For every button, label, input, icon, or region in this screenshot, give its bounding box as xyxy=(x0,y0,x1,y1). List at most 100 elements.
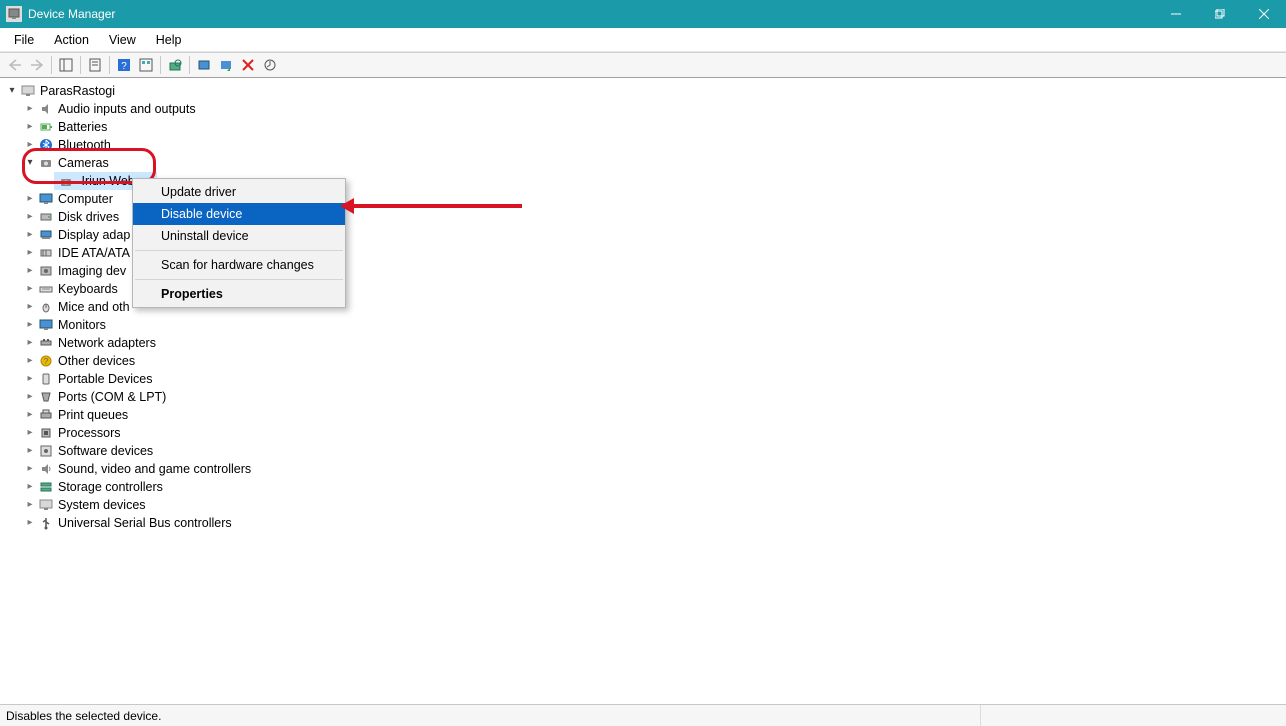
svg-text:?: ? xyxy=(121,61,127,72)
tree-category-network[interactable]: ▸ Network adapters xyxy=(24,334,1280,352)
minimize-button[interactable] xyxy=(1154,0,1198,28)
expand-arrow-icon[interactable]: ▾ xyxy=(24,154,36,172)
collapse-arrow-icon[interactable]: ▸ xyxy=(24,298,36,316)
collapse-arrow-icon[interactable]: ▸ xyxy=(24,190,36,208)
ctx-properties[interactable]: Properties xyxy=(133,283,345,305)
disk-icon xyxy=(38,209,54,225)
tree-label: Print queues xyxy=(58,406,128,424)
scan-hardware-button[interactable] xyxy=(164,55,186,75)
toolbar-separator xyxy=(189,56,190,74)
tree-category-software[interactable]: ▸ Software devices xyxy=(24,442,1280,460)
tree-category-portable[interactable]: ▸ Portable Devices xyxy=(24,370,1280,388)
tree-category-ports[interactable]: ▸ Ports (COM & LPT) xyxy=(24,388,1280,406)
titlebar: Device Manager xyxy=(0,0,1286,28)
collapse-arrow-icon[interactable]: ▸ xyxy=(24,208,36,226)
tree-label: Portable Devices xyxy=(58,370,153,388)
collapse-arrow-icon[interactable]: ▸ xyxy=(24,100,36,118)
collapse-arrow-icon[interactable]: ▸ xyxy=(24,424,36,442)
portable-icon xyxy=(38,371,54,387)
tree-label: Computer xyxy=(58,190,113,208)
show-hide-tree-button[interactable] xyxy=(55,55,77,75)
menu-help[interactable]: Help xyxy=(146,31,192,49)
tree-category-cameras[interactable]: ▾ Cameras xyxy=(24,154,1280,172)
collapse-arrow-icon[interactable]: ▸ xyxy=(24,316,36,334)
tree-label: Storage controllers xyxy=(58,478,163,496)
collapse-arrow-icon[interactable]: ▸ xyxy=(24,460,36,478)
help-button[interactable]: ? xyxy=(113,55,135,75)
collapse-arrow-icon[interactable]: ▸ xyxy=(24,370,36,388)
annotation-arrow xyxy=(340,202,522,210)
collapse-arrow-icon[interactable]: ▸ xyxy=(24,244,36,262)
ctx-separator xyxy=(135,279,343,280)
tree-label: Batteries xyxy=(58,118,107,136)
add-legacy-hardware-button[interactable] xyxy=(259,55,281,75)
tree-label: Ports (COM & LPT) xyxy=(58,388,166,406)
tree-category-monitors[interactable]: ▸ Monitors xyxy=(24,316,1280,334)
tree-label: Monitors xyxy=(58,316,106,334)
imaging-icon xyxy=(38,263,54,279)
tree-label: Processors xyxy=(58,424,121,442)
ctx-disable-device[interactable]: Disable device xyxy=(133,203,345,225)
collapse-arrow-icon[interactable]: ▸ xyxy=(24,406,36,424)
menu-action[interactable]: Action xyxy=(44,31,99,49)
tree-label: Network adapters xyxy=(58,334,156,352)
collapse-arrow-icon[interactable]: ▸ xyxy=(24,496,36,514)
tree-label: Disk drives xyxy=(58,208,119,226)
toolbar-separator xyxy=(51,56,52,74)
tree-label: Display adap xyxy=(58,226,130,244)
tree-category-batteries[interactable]: ▸ Batteries xyxy=(24,118,1280,136)
close-button[interactable] xyxy=(1242,0,1286,28)
properties-button[interactable] xyxy=(84,55,106,75)
collapse-arrow-icon[interactable]: ▸ xyxy=(24,478,36,496)
tree-label: ParasRastogi xyxy=(40,82,115,100)
update-driver-button[interactable] xyxy=(193,55,215,75)
ctx-scan-hardware[interactable]: Scan for hardware changes xyxy=(133,254,345,276)
collapse-arrow-icon[interactable]: ▸ xyxy=(24,118,36,136)
window-title: Device Manager xyxy=(28,7,115,21)
view-button[interactable] xyxy=(135,55,157,75)
bluetooth-icon xyxy=(38,137,54,153)
audio-icon xyxy=(38,101,54,117)
collapse-arrow-icon[interactable]: ▸ xyxy=(24,280,36,298)
uninstall-device-button[interactable] xyxy=(237,55,259,75)
collapse-arrow-icon[interactable]: ▸ xyxy=(24,388,36,406)
toolbar-separator xyxy=(160,56,161,74)
battery-icon xyxy=(38,119,54,135)
collapse-arrow-icon[interactable]: ▸ xyxy=(24,334,36,352)
tree-label: Cameras xyxy=(58,154,109,172)
tree-root[interactable]: ▾ ParasRastogi xyxy=(6,82,1280,100)
collapse-arrow-icon[interactable]: ▸ xyxy=(24,442,36,460)
tree-label: Software devices xyxy=(58,442,153,460)
ide-icon xyxy=(38,245,54,261)
collapse-arrow-icon[interactable]: ▸ xyxy=(24,226,36,244)
statusbar: Disables the selected device. xyxy=(0,704,1286,726)
ctx-update-driver[interactable]: Update driver xyxy=(133,181,345,203)
tree-category-system[interactable]: ▸ System devices xyxy=(24,496,1280,514)
camera-icon xyxy=(58,174,74,190)
menu-view[interactable]: View xyxy=(99,31,146,49)
ctx-uninstall-device[interactable]: Uninstall device xyxy=(133,225,345,247)
menu-file[interactable]: File xyxy=(4,31,44,49)
disable-device-button[interactable] xyxy=(215,55,237,75)
tree-category-audio[interactable]: ▸ Audio inputs and outputs xyxy=(24,100,1280,118)
display-adapter-icon xyxy=(38,227,54,243)
tree-category-usb[interactable]: ▸ Universal Serial Bus controllers xyxy=(24,514,1280,532)
tree-category-processors[interactable]: ▸ Processors xyxy=(24,424,1280,442)
forward-button[interactable] xyxy=(26,55,48,75)
printer-icon xyxy=(38,407,54,423)
tree-label: Imaging dev xyxy=(58,262,126,280)
tree-category-other[interactable]: ▸ ? Other devices xyxy=(24,352,1280,370)
collapse-arrow-icon[interactable]: ▸ xyxy=(24,352,36,370)
expand-arrow-icon[interactable]: ▾ xyxy=(6,82,18,100)
collapse-arrow-icon[interactable]: ▸ xyxy=(24,262,36,280)
tree-label: Other devices xyxy=(58,352,135,370)
tree-category-sound[interactable]: ▸ Sound, video and game controllers xyxy=(24,460,1280,478)
collapse-arrow-icon[interactable]: ▸ xyxy=(24,136,36,154)
maximize-button[interactable] xyxy=(1198,0,1242,28)
ctx-separator xyxy=(135,250,343,251)
back-button[interactable] xyxy=(4,55,26,75)
collapse-arrow-icon[interactable]: ▸ xyxy=(24,514,36,532)
tree-category-printq[interactable]: ▸ Print queues xyxy=(24,406,1280,424)
tree-category-bluetooth[interactable]: ▸ Bluetooth xyxy=(24,136,1280,154)
tree-category-storage[interactable]: ▸ Storage controllers xyxy=(24,478,1280,496)
